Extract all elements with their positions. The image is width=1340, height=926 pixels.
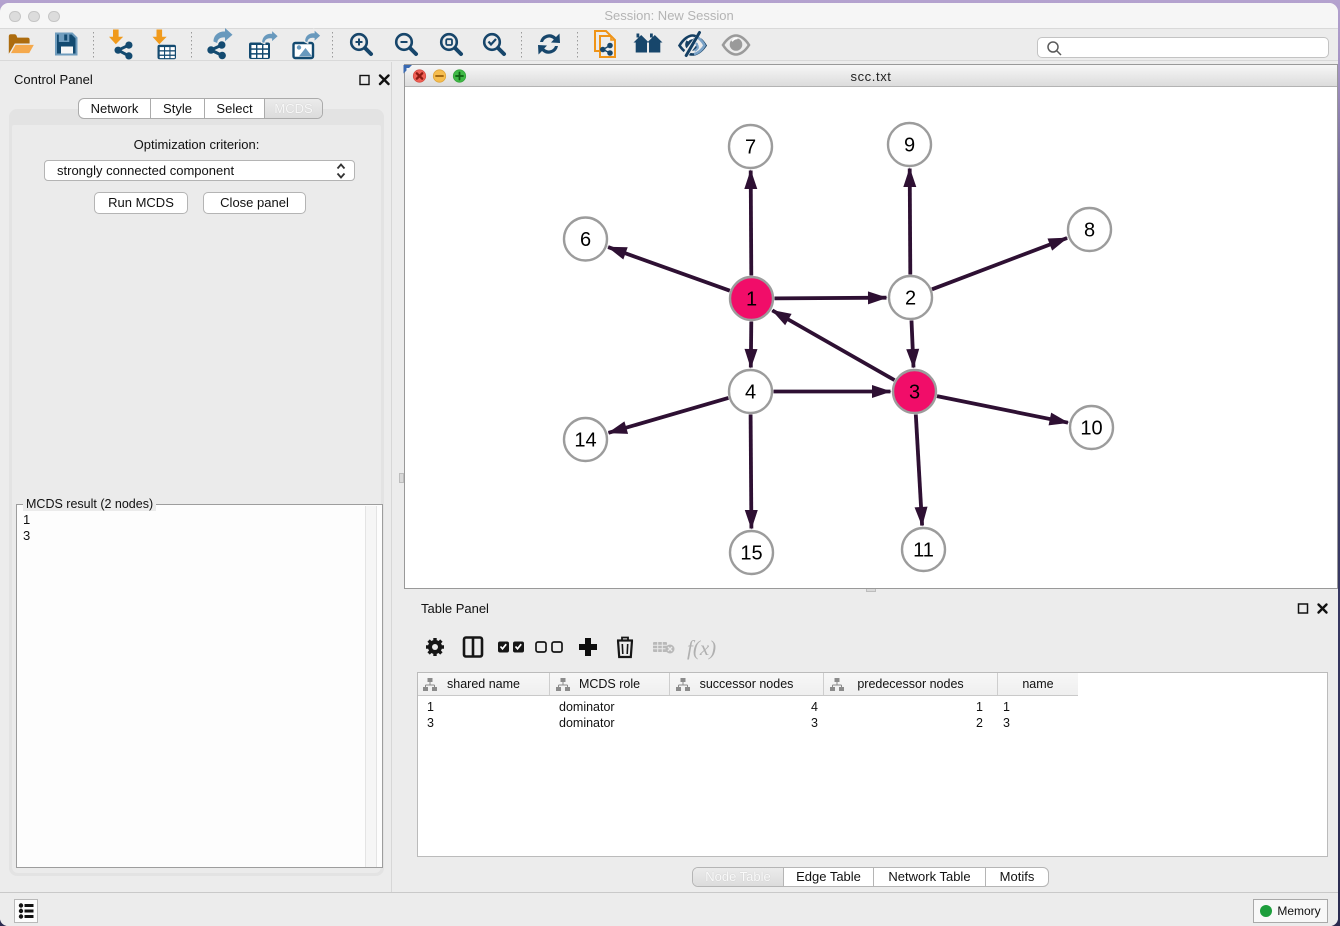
svg-text:1: 1 [746, 289, 757, 311]
svg-text:9: 9 [904, 135, 915, 157]
svg-text:14: 14 [574, 430, 596, 452]
svg-text:3: 3 [909, 382, 920, 404]
svg-text:2: 2 [905, 288, 916, 310]
svg-text:10: 10 [1080, 418, 1102, 440]
svg-text:4: 4 [745, 382, 756, 404]
svg-text:15: 15 [740, 543, 762, 565]
svg-text:7: 7 [745, 137, 756, 159]
svg-text:6: 6 [580, 229, 591, 251]
svg-text:f(x): f(x) [687, 636, 716, 660]
svg-text:8: 8 [1084, 220, 1095, 242]
svg-text:11: 11 [913, 540, 934, 562]
